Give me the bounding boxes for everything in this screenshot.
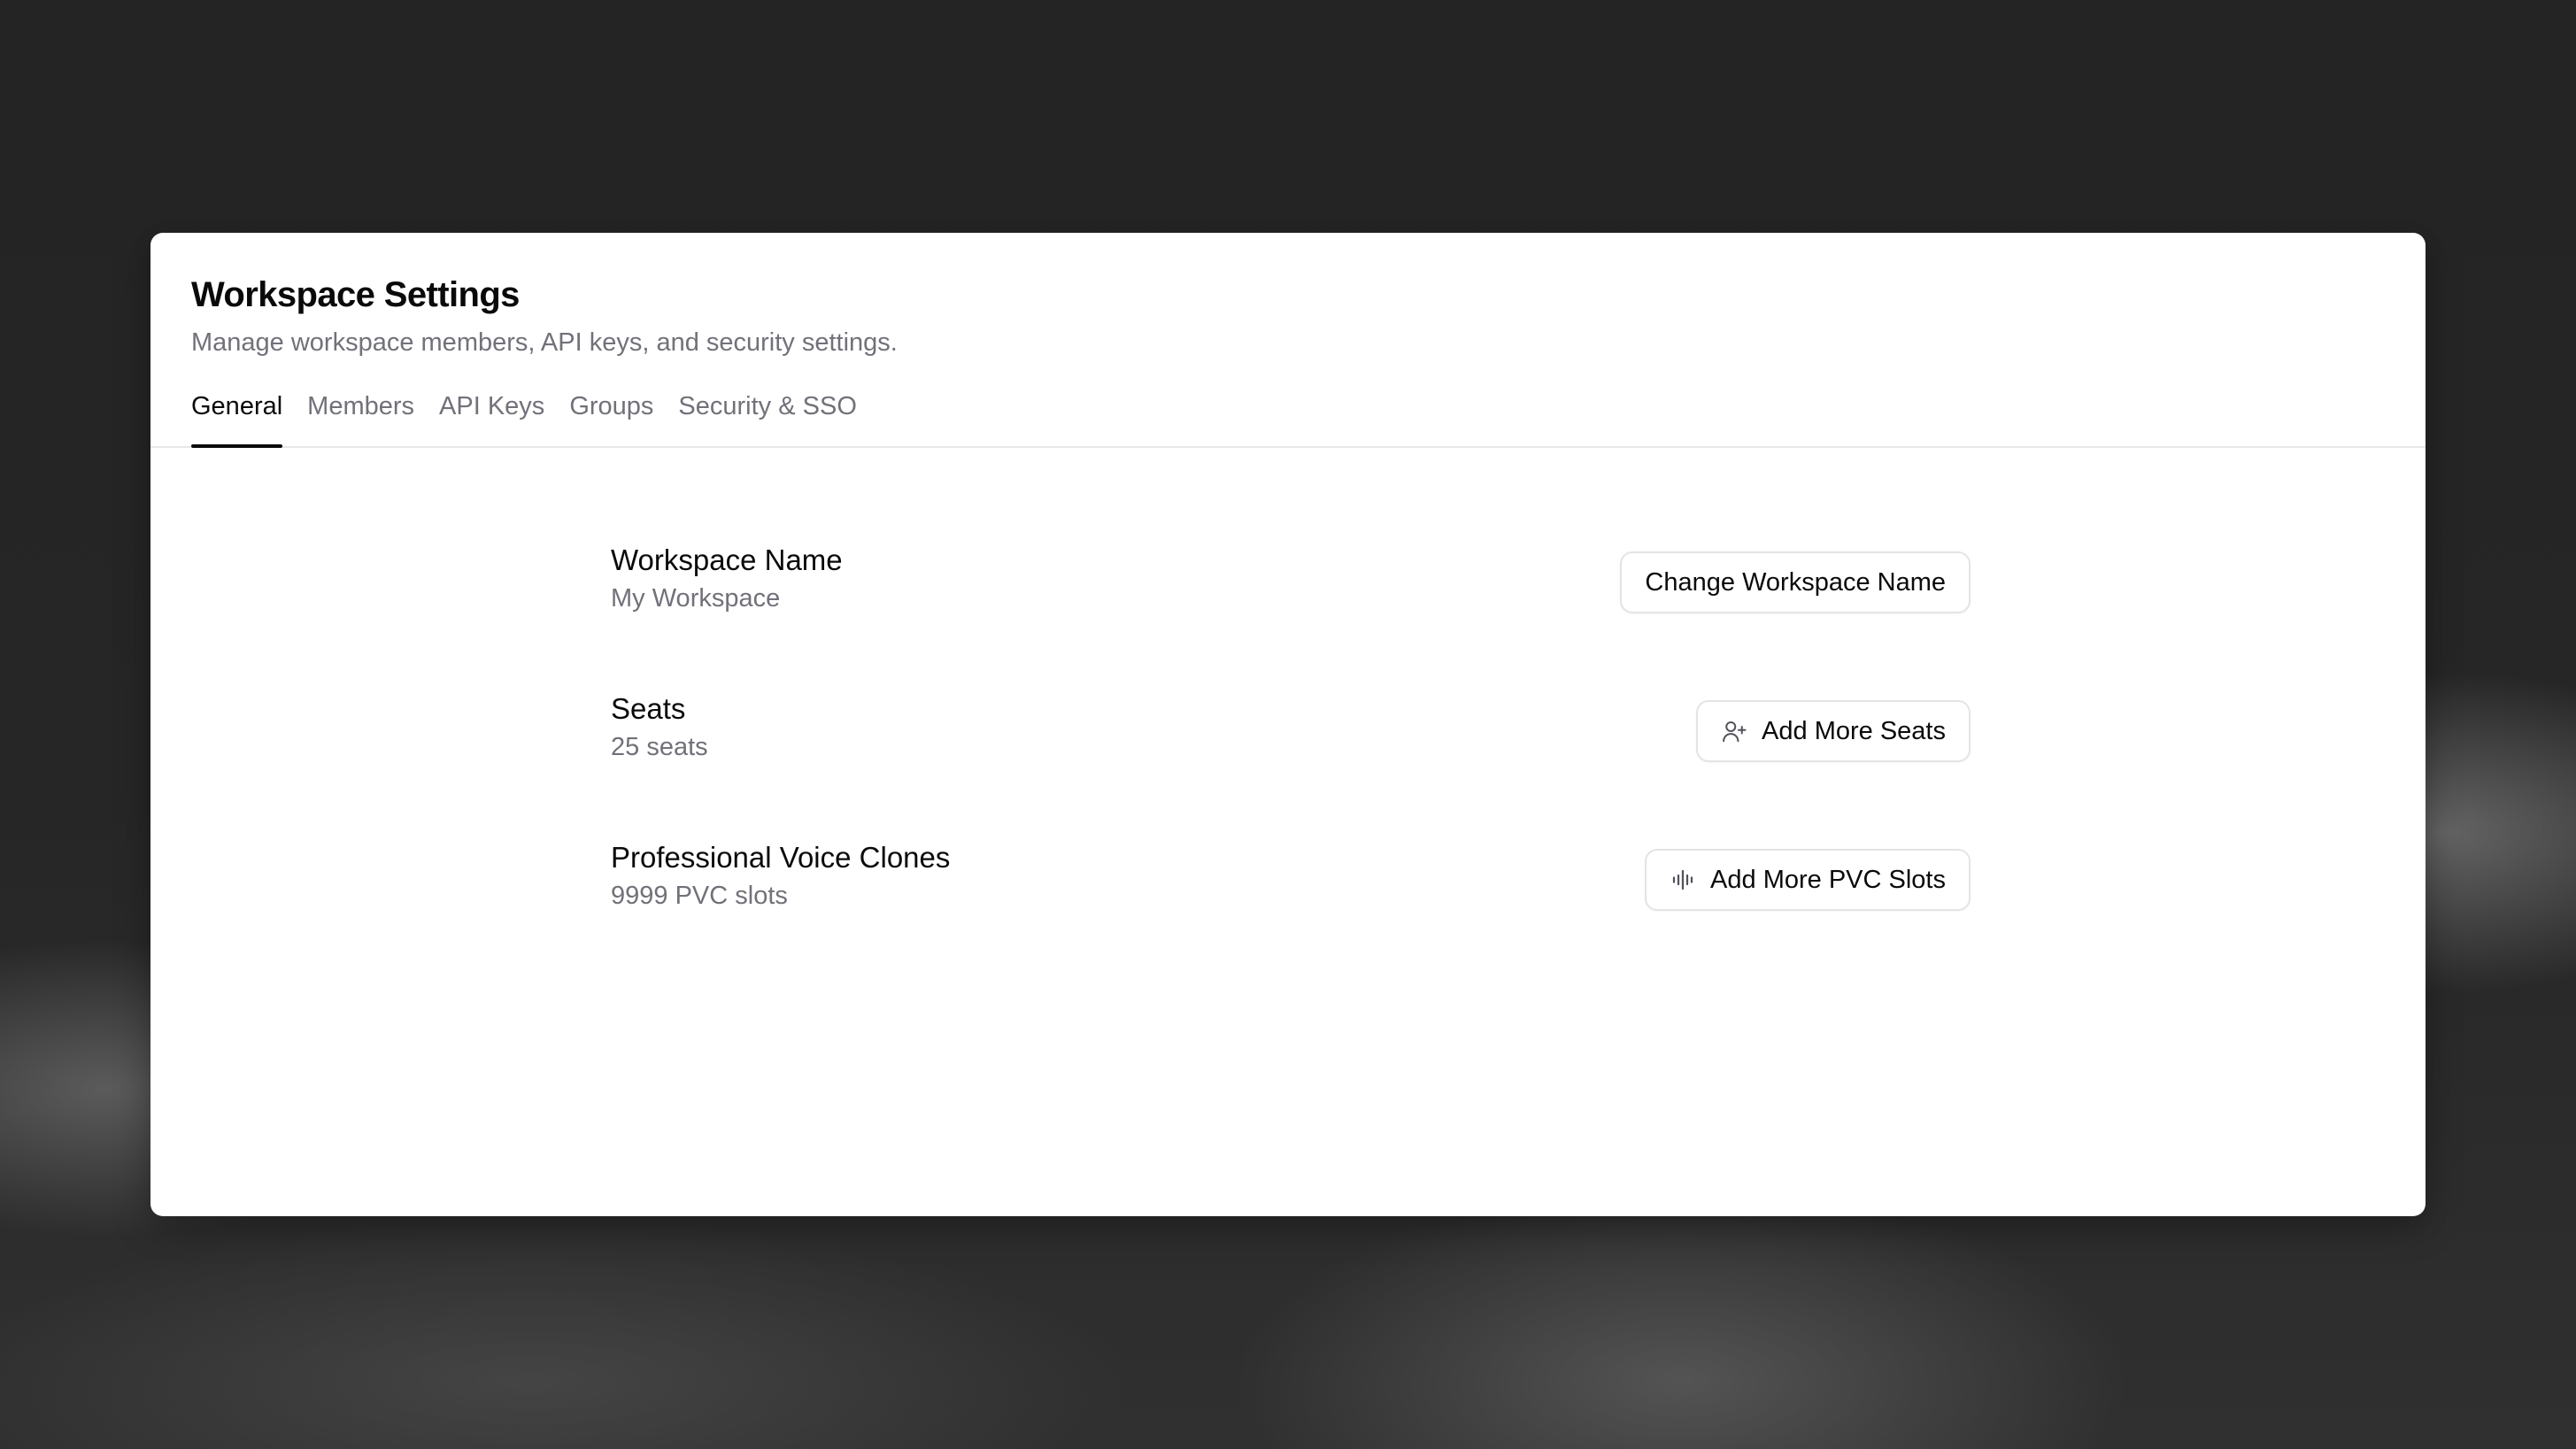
workspace-name-value: My Workspace (611, 584, 781, 613)
workspace-name-row: Workspace Name My Workspace Change Works… (611, 543, 1971, 691)
dialog-subtitle: Manage workspace members, API keys, and … (191, 328, 898, 357)
dialog-title: Workspace Settings (191, 275, 520, 314)
pvc-row: Professional Voice Clones 9999 PVC slots… (611, 840, 1971, 989)
add-more-pvc-slots-label: Add More PVC Slots (1710, 865, 1946, 894)
seats-value: 25 seats (611, 733, 708, 761)
tab-general[interactable]: General (191, 390, 283, 448)
tab-groups[interactable]: Groups (569, 390, 653, 446)
tab-bar: General Members API Keys Groups Security… (191, 390, 857, 448)
dialog-header: Workspace Settings Manage workspace memb… (150, 233, 2426, 448)
change-workspace-name-label: Change Workspace Name (1645, 567, 1946, 597)
general-settings-list: Workspace Name My Workspace Change Works… (611, 543, 1971, 989)
workspace-name-label: Workspace Name (611, 543, 843, 576)
pvc-label: Professional Voice Clones (611, 841, 951, 874)
add-more-pvc-slots-button[interactable]: Add More PVC Slots (1645, 849, 1971, 911)
change-workspace-name-button[interactable]: Change Workspace Name (1620, 551, 1971, 613)
pvc-value: 9999 PVC slots (611, 882, 788, 910)
seats-label: Seats (611, 692, 686, 725)
tab-api-keys[interactable]: API Keys (439, 390, 544, 446)
tab-security-sso[interactable]: Security & SSO (678, 390, 856, 446)
audio-waveform-icon (1670, 867, 1696, 893)
user-plus-icon (1721, 718, 1747, 744)
workspace-settings-dialog: Workspace Settings Manage workspace memb… (150, 233, 2426, 1216)
add-more-seats-label: Add More Seats (1762, 716, 1946, 745)
add-more-seats-button[interactable]: Add More Seats (1696, 700, 1971, 762)
seats-row: Seats 25 seats Add More Seats (611, 691, 1971, 840)
tab-members[interactable]: Members (307, 390, 414, 446)
